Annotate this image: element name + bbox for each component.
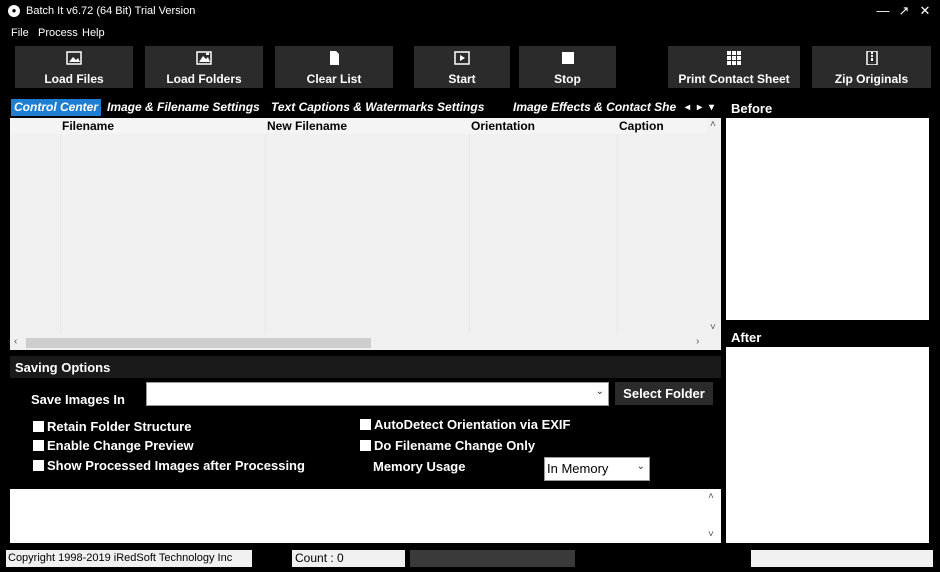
status-panel xyxy=(751,550,933,567)
show-processed-label: Show Processed Images after Processing xyxy=(47,458,305,473)
saving-options-title: Saving Options xyxy=(15,360,111,375)
scroll-up-icon[interactable]: ˄ xyxy=(708,491,714,502)
chevron-down-icon[interactable]: ⌄ xyxy=(596,386,604,397)
grid-header xyxy=(10,118,708,134)
count-text: Count : 0 xyxy=(292,550,405,567)
folder-image-icon xyxy=(196,51,212,65)
copyright-text: Copyright 1998-2019 iRedSoft Technology … xyxy=(6,550,252,567)
tab-menu-icon[interactable]: ▾ xyxy=(709,99,714,116)
log-textbox[interactable]: ˄ ˅ xyxy=(10,489,721,543)
scroll-left-icon[interactable]: ‹ xyxy=(14,336,17,347)
autodetect-orientation-checkbox[interactable] xyxy=(360,419,371,430)
tab-scroll-left-icon[interactable]: ◂ xyxy=(685,99,690,116)
stop-icon xyxy=(561,52,574,64)
enable-change-preview-label: Enable Change Preview xyxy=(47,438,194,453)
show-processed-checkbox[interactable] xyxy=(33,460,44,471)
after-preview xyxy=(726,347,929,543)
scroll-up-icon[interactable]: ˄ xyxy=(710,119,716,130)
clear-list-button[interactable]: Clear List xyxy=(275,46,393,88)
before-label: Before xyxy=(731,101,773,116)
tab-image-effects-contact-sheet[interactable]: Image Effects & Contact She xyxy=(513,99,676,116)
menu-help[interactable]: Help xyxy=(82,27,105,39)
select-folder-button[interactable]: Select Folder xyxy=(615,382,713,405)
column-header-new-filename[interactable]: New Filename xyxy=(267,119,347,133)
column-header-orientation[interactable]: Orientation xyxy=(471,119,535,133)
menu-process[interactable]: Process xyxy=(38,27,78,39)
memory-usage-value: In Memory xyxy=(547,461,609,476)
memory-usage-select[interactable]: In Memory ⌄ xyxy=(544,457,650,481)
tab-image-filename-settings[interactable]: Image & Filename Settings xyxy=(107,99,260,116)
contact-sheet-icon xyxy=(727,51,741,65)
memory-usage-label: Memory Usage xyxy=(373,459,466,474)
window-title: Batch It v6.72 (64 Bit) Trial Version xyxy=(26,5,196,17)
column-divider xyxy=(617,134,618,334)
stop-button[interactable]: Stop xyxy=(519,46,616,88)
minimize-button[interactable]: — xyxy=(872,2,894,20)
scroll-down-icon[interactable]: ˅ xyxy=(708,529,714,540)
column-header-caption[interactable]: Caption xyxy=(619,119,664,133)
app-logo-icon: ● xyxy=(8,5,20,17)
filename-change-only-label: Do Filename Change Only xyxy=(374,438,536,453)
document-icon xyxy=(330,51,339,65)
column-header-filename[interactable]: Filename xyxy=(62,119,114,133)
tab-scroll-right-icon[interactable]: ▸ xyxy=(697,99,702,116)
scroll-down-icon[interactable]: ˅ xyxy=(710,322,716,333)
column-divider xyxy=(265,134,266,334)
save-images-in-label: Save Images In xyxy=(31,392,125,407)
menu-file[interactable]: File xyxy=(11,27,29,39)
progress-bar xyxy=(410,550,575,567)
load-files-button[interactable]: Load Files xyxy=(15,46,133,88)
tab-control-center[interactable]: Control Center xyxy=(11,99,101,116)
play-icon xyxy=(454,51,470,65)
column-divider xyxy=(60,134,61,334)
scroll-right-icon[interactable]: › xyxy=(696,336,699,347)
enable-change-preview-checkbox[interactable] xyxy=(33,440,44,451)
retain-folder-structure-label: Retain Folder Structure xyxy=(47,419,192,434)
print-contact-sheet-button[interactable]: Print Contact Sheet xyxy=(668,46,800,88)
restore-button[interactable]: ↗ xyxy=(893,2,915,20)
file-grid[interactable] xyxy=(10,118,721,350)
image-icon xyxy=(66,51,82,65)
autodetect-orientation-label: AutoDetect Orientation via EXIF xyxy=(374,417,571,432)
tab-text-captions-watermarks[interactable]: Text Captions & Watermarks Settings xyxy=(271,99,484,116)
horizontal-scroll-thumb[interactable] xyxy=(26,338,371,348)
zip-icon xyxy=(865,51,878,65)
save-images-in-combo[interactable]: ⌄ xyxy=(146,382,609,406)
saving-options-header xyxy=(10,356,721,378)
column-divider xyxy=(469,134,470,334)
before-preview xyxy=(726,118,929,320)
zip-originals-button[interactable]: Zip Originals xyxy=(812,46,931,88)
load-folders-button[interactable]: Load Folders xyxy=(145,46,263,88)
start-button[interactable]: Start xyxy=(414,46,510,88)
retain-folder-structure-checkbox[interactable] xyxy=(33,421,44,432)
after-label: After xyxy=(731,330,762,345)
close-button[interactable]: ✕ xyxy=(914,2,936,20)
grid-vertical-scrollbar[interactable]: ˄ ˅ xyxy=(707,118,721,336)
filename-change-only-checkbox[interactable] xyxy=(360,440,371,451)
chevron-down-icon[interactable]: ⌄ xyxy=(637,461,645,472)
